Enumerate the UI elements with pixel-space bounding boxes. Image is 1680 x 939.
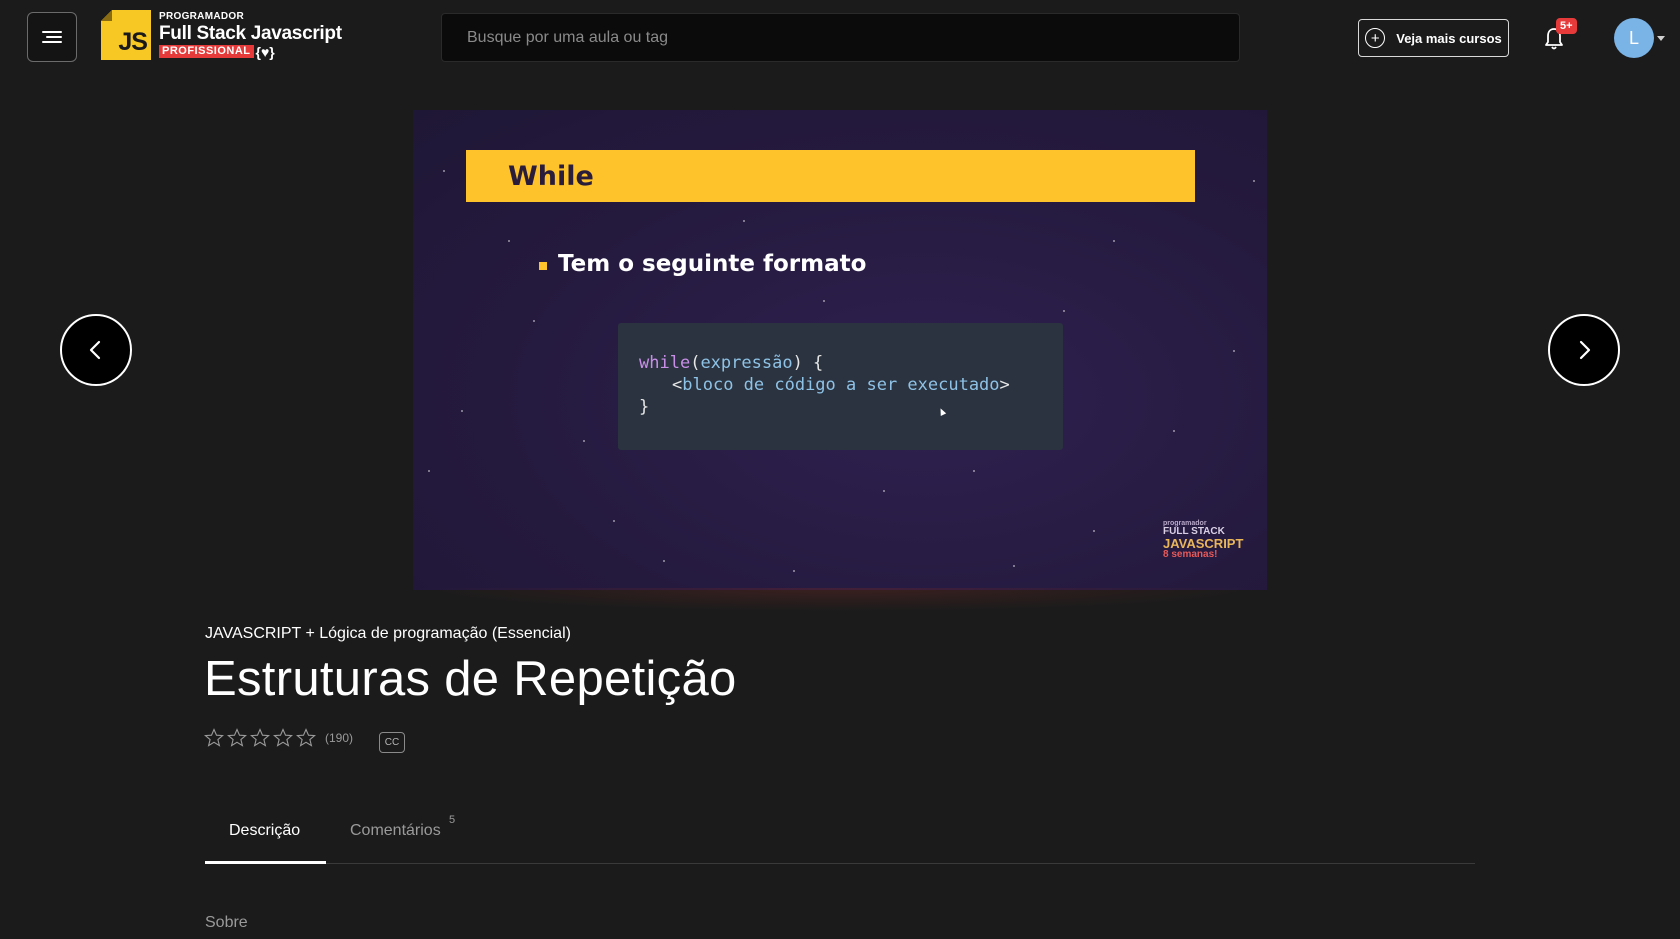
plus-circle-icon: + <box>1365 28 1386 48</box>
logo-tag: PROFISSIONAL <box>159 45 254 58</box>
closed-captions-icon: CC <box>379 732 405 753</box>
avatar[interactable]: L <box>1614 18 1654 58</box>
bullet-icon <box>539 262 547 270</box>
menu-button[interactable] <box>27 12 77 62</box>
rating-stars[interactable] <box>204 728 319 748</box>
comments-count: 5 <box>449 814 456 826</box>
slide-title-banner: While <box>466 150 1195 202</box>
previous-lesson-button[interactable] <box>60 314 132 386</box>
code-line-3: } <box>639 397 650 417</box>
logo-js-text: JS <box>118 28 148 56</box>
search-input[interactable] <box>465 27 1216 48</box>
tab-description[interactable]: Descrição <box>229 822 300 840</box>
more-courses-label: Veja mais cursos <box>1396 30 1502 46</box>
top-header: JS PROGRAMADOR Full Stack Javascript PRO… <box>0 0 1680 76</box>
caret-down-icon[interactable] <box>1657 36 1665 41</box>
chevron-right-icon <box>1579 340 1591 360</box>
star-icon[interactable] <box>273 728 293 748</box>
tab-comments[interactable]: Comentários <box>350 822 441 840</box>
avatar-initial: L <box>1628 27 1639 48</box>
rating: (190) <box>204 728 353 748</box>
course-name: JAVASCRIPT + Lógica de programação (Esse… <box>205 625 571 642</box>
search-bar <box>441 13 1240 62</box>
about-heading: Sobre <box>205 914 248 931</box>
logo-small-text: PROGRAMADOR <box>159 10 244 22</box>
logo-big-text: Full Stack Javascript <box>159 22 342 44</box>
slide-bullet-text: Tem o seguinte formato <box>558 251 867 277</box>
notification-badge: 5+ <box>1556 18 1577 34</box>
code-line-1: while(expressão) { <box>639 353 824 373</box>
code-block: while(expressão) { <bloco de código a se… <box>618 323 1063 450</box>
video-player[interactable]: While Tem o seguinte formato while(expre… <box>413 110 1267 590</box>
slide-title: While <box>508 161 594 192</box>
video-glow <box>413 588 1267 612</box>
js-logo-icon: JS <box>101 10 151 60</box>
star-icon[interactable] <box>227 728 247 748</box>
site-logo[interactable]: JS PROGRAMADOR Full Stack Javascript PRO… <box>101 10 342 60</box>
star-icon[interactable] <box>204 728 224 748</box>
rating-count: (190) <box>325 731 354 745</box>
active-tab-indicator <box>205 861 326 864</box>
hamburger-icon <box>42 28 62 46</box>
lesson-title: Estruturas de Repetição <box>204 652 737 706</box>
slide-watermark-logo: programador FULL STACK JAVASCRIPT 8 sema… <box>1163 520 1244 560</box>
logo-brace: {♥} <box>255 43 275 60</box>
chevron-left-icon <box>89 340 101 360</box>
code-line-2: <bloco de código a ser executado> <box>672 375 1010 395</box>
star-icon[interactable] <box>250 728 270 748</box>
next-lesson-button[interactable] <box>1548 314 1620 386</box>
logo-wordmark: PROGRAMADOR Full Stack Javascript PROFIS… <box>159 10 342 60</box>
star-icon[interactable] <box>296 728 316 748</box>
lesson-tabs: Descrição Comentários 5 <box>205 812 1475 864</box>
more-courses-button[interactable]: + Veja mais cursos <box>1358 19 1509 57</box>
